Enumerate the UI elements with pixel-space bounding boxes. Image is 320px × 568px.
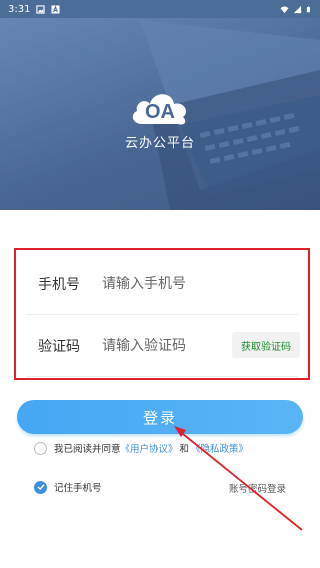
code-row: 验证码 获取验证码 xyxy=(16,316,308,376)
password-login-link[interactable]: 账号密码登录 xyxy=(229,481,286,495)
wifi-icon xyxy=(280,5,289,13)
image-icon xyxy=(36,4,46,14)
agreement-row: 我已阅读并同意 《用户协议》 和 《隐私政策》 xyxy=(34,441,248,455)
battery-icon xyxy=(306,6,310,12)
login-form: 手机号 验证码 获取验证码 xyxy=(14,248,310,380)
phone-row: 手机号 xyxy=(16,254,308,314)
user-agreement-link[interactable]: 《用户协议》 xyxy=(121,441,178,455)
login-button[interactable]: 登录 xyxy=(17,400,303,434)
phone-input[interactable] xyxy=(102,276,232,292)
signal-icon xyxy=(293,5,302,13)
header-banner: OA 云办公平台 xyxy=(0,0,320,210)
privacy-policy-link[interactable]: 《隐私政策》 xyxy=(191,441,248,455)
remember-label: 记住手机号 xyxy=(54,483,102,494)
code-label: 验证码 xyxy=(38,339,80,355)
status-time: 3:31 xyxy=(8,3,31,15)
app-name: 云办公平台 xyxy=(124,136,195,151)
divider xyxy=(26,376,298,377)
divider xyxy=(26,314,298,315)
oa-cloud-logo: OA xyxy=(132,94,187,125)
agreement-prefix: 我已阅读并同意 xyxy=(54,444,121,455)
status-bar: 3:31 xyxy=(0,0,320,18)
agreement-radio[interactable] xyxy=(34,441,47,455)
remember-row: 记住手机号 xyxy=(34,480,102,494)
logo-text: OA xyxy=(145,101,175,123)
agreement-and: 和 xyxy=(179,444,190,455)
remember-checkbox[interactable] xyxy=(34,480,47,494)
check-icon xyxy=(37,484,45,490)
phone-label: 手机号 xyxy=(38,277,80,293)
code-input[interactable] xyxy=(102,338,232,354)
app-a-icon xyxy=(51,4,61,14)
get-code-button[interactable]: 获取验证码 xyxy=(232,332,300,358)
